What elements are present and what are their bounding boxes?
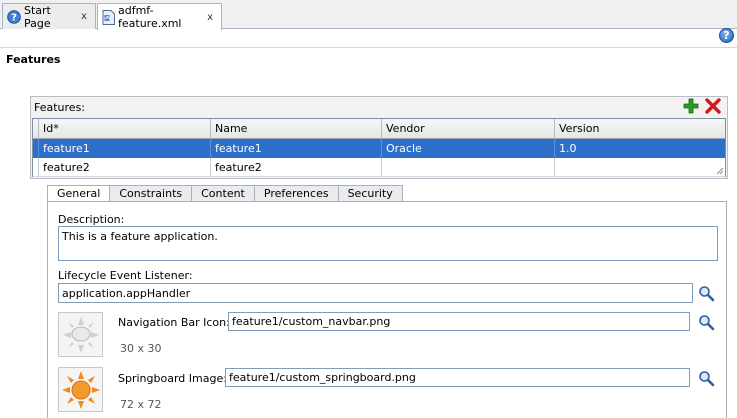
column-header-vendor[interactable]: Vendor [382,119,555,139]
tab-label: Start Page [24,3,51,30]
tab-preferences[interactable]: Preferences [254,185,339,202]
tab-general[interactable]: General [47,185,111,202]
table-header: Id* Name Vendor Version [33,119,725,139]
tab-security[interactable]: Security [338,185,403,202]
header-divider [0,47,737,48]
table-row[interactable]: feature1 feature1 Oracle 1.0 [33,139,725,158]
cell-id[interactable]: feature1 [39,139,211,158]
navbar-icon-size: 30 x 30 [120,342,162,355]
help-button[interactable]: ? [719,28,734,43]
cell-vendor[interactable]: Oracle [382,139,555,158]
cell-vendor[interactable] [382,158,555,177]
svg-text:?: ? [11,12,17,23]
tab-start-page[interactable]: ? Start Page x [2,3,96,30]
navbar-icon-preview [58,312,103,357]
navbar-icon-label: Navigation Bar Icon: [118,316,230,329]
column-header-id[interactable]: Id* [39,119,211,139]
add-icon[interactable] [683,98,699,114]
cell-name[interactable]: feature2 [211,158,382,177]
description-field[interactable]: This is a feature application. [58,226,718,261]
springboard-image-preview [58,367,103,412]
features-label: Features: [34,101,86,114]
lifecycle-listener-field[interactable]: application.appHandler [58,283,693,303]
sun-icon [62,316,99,353]
xml-file-icon [102,9,115,25]
cell-version[interactable]: 1.0 [555,139,725,158]
search-icon[interactable] [698,314,715,331]
sun-icon [61,370,100,409]
feature-detail-tabs: General Constraints Content Preferences … [47,185,403,202]
delete-icon[interactable] [705,98,721,114]
cell-id[interactable]: feature2 [39,158,211,177]
general-pane: Description: This is a feature applicati… [47,201,727,418]
springboard-image-size: 72 x 72 [120,398,162,411]
springboard-image-label: Springboard Image: [118,372,227,385]
tab-label: adfmf-feature.xml [118,4,182,30]
tab-constraints[interactable]: Constraints [110,185,193,202]
close-icon[interactable]: x [207,12,213,23]
cell-version[interactable] [555,158,725,177]
springboard-image-field[interactable]: feature1/custom_springboard.png [225,368,690,387]
editor-tab-strip: ? Start Page x adfmf-feature.xml x [0,0,737,30]
page-title: Features [6,53,61,66]
search-icon[interactable] [698,285,715,302]
help-page-icon: ? [7,9,21,24]
column-header-version[interactable]: Version [555,119,725,139]
navbar-icon-field[interactable]: feature1/custom_navbar.png [228,312,690,331]
cell-name[interactable]: feature1 [211,139,382,158]
column-header-name[interactable]: Name [211,119,382,139]
search-icon[interactable] [698,370,715,387]
table-row[interactable]: feature2 feature2 [33,158,725,177]
features-table: Id* Name Vendor Version feature1 feature… [32,118,726,177]
lifecycle-label: Lifecycle Event Listener: [58,269,193,282]
tab-adfmf-feature-xml[interactable]: adfmf-feature.xml x [97,3,222,30]
description-label: Description: [58,213,125,226]
resize-grip-icon[interactable] [716,167,724,175]
close-icon[interactable]: x [81,11,87,22]
tab-content[interactable]: Content [192,185,255,202]
